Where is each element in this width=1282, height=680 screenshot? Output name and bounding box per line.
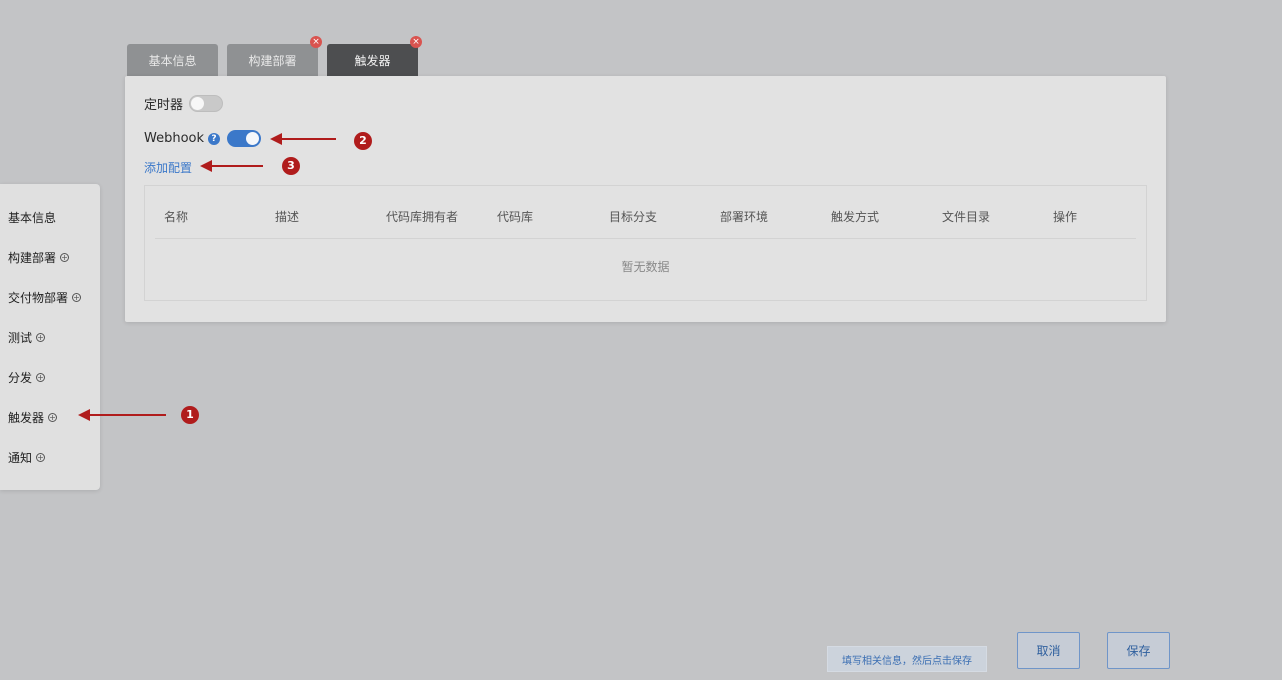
- annotation-arrow-3: [200, 160, 263, 172]
- column-header: 部署环境: [720, 210, 769, 224]
- arrow-head-icon: [270, 133, 282, 145]
- arrow-head-icon: [200, 160, 212, 172]
- side-nav: 基本信息 构建部署 + 交付物部署 + 测试 + 分发 + 触发器 + 通知 +: [0, 184, 100, 490]
- sidebar-item-label: 分发: [8, 371, 33, 385]
- webhook-label: Webhook: [144, 131, 205, 146]
- sidebar-item-label: 基本信息: [8, 211, 57, 225]
- column-header: 目标分支: [609, 210, 658, 224]
- add-circle-icon[interactable]: +: [60, 253, 70, 262]
- add-circle-icon[interactable]: +: [36, 333, 46, 342]
- sidebar-item-trigger[interactable]: 触发器 +: [8, 409, 58, 426]
- annotation-arrow-1: [78, 409, 166, 421]
- help-icon[interactable]: ?: [208, 132, 221, 145]
- sidebar-item-basic-info[interactable]: 基本信息: [8, 209, 56, 226]
- add-circle-icon[interactable]: +: [36, 373, 46, 382]
- sidebar-item-distribute[interactable]: 分发 +: [8, 369, 46, 386]
- empty-state-text: 暂无数据: [621, 260, 670, 274]
- column-header: 代码库拥有者: [386, 210, 459, 224]
- annotation-badge-3: 3: [282, 157, 300, 175]
- column-header: 描述: [275, 210, 300, 224]
- trigger-panel: 定时器 Webhook ? 添加配置 名称 描述 代码库拥有者 代码库 目标分支…: [125, 76, 1166, 322]
- add-circle-icon[interactable]: +: [36, 453, 46, 462]
- timer-toggle[interactable]: [189, 95, 224, 112]
- add-config-link[interactable]: 添加配置: [144, 159, 192, 176]
- sidebar-item-test[interactable]: 测试 +: [8, 329, 46, 346]
- sidebar-item-label: 交付物部署: [8, 291, 69, 305]
- table-header: 名称 描述 代码库拥有者 代码库 目标分支 部署环境 触发方式 文件目录 操作: [155, 186, 1136, 239]
- column-header: 代码库: [497, 210, 534, 224]
- tab-trigger[interactable]: 触发器 ×: [327, 36, 422, 76]
- tab-build-deploy[interactable]: 构建部署 ×: [227, 36, 322, 76]
- annotation-arrow-2: [270, 133, 336, 145]
- timer-row: 定时器: [144, 94, 224, 113]
- tab-label: 基本信息: [148, 53, 197, 68]
- webhook-toggle[interactable]: [227, 130, 262, 147]
- sidebar-item-label: 测试: [8, 331, 33, 345]
- sidebar-item-label: 通知: [8, 451, 33, 465]
- webhook-row: Webhook ?: [144, 130, 262, 147]
- tab-basic-info[interactable]: 基本信息: [127, 44, 218, 76]
- column-header: 文件目录: [942, 210, 991, 224]
- add-circle-icon[interactable]: +: [48, 413, 58, 422]
- sidebar-item-notify[interactable]: 通知 +: [8, 449, 46, 466]
- column-header: 触发方式: [831, 210, 880, 224]
- tab-label: 触发器: [354, 53, 391, 68]
- tab-label: 构建部署: [248, 53, 297, 68]
- sidebar-item-build-deploy[interactable]: 构建部署 +: [8, 249, 70, 266]
- sidebar-item-artifact-deploy[interactable]: 交付物部署 +: [8, 289, 82, 306]
- sidebar-item-label: 构建部署: [8, 251, 57, 265]
- timer-label: 定时器: [144, 98, 184, 113]
- tab-bar: 基本信息 构建部署 × 触发器 ×: [127, 36, 422, 76]
- column-header: 名称: [164, 210, 189, 224]
- close-icon[interactable]: ×: [310, 36, 322, 48]
- column-header: 操作: [1053, 210, 1078, 224]
- add-circle-icon[interactable]: +: [72, 293, 82, 302]
- save-button[interactable]: 保存: [1107, 632, 1170, 669]
- cancel-button[interactable]: 取消: [1017, 632, 1080, 669]
- annotation-badge-2: 2: [354, 132, 372, 150]
- save-hint: 填写相关信息，然后点击保存: [827, 646, 987, 672]
- webhook-table: 名称 描述 代码库拥有者 代码库 目标分支 部署环境 触发方式 文件目录 操作 …: [144, 185, 1147, 301]
- arrow-head-icon: [78, 409, 90, 421]
- annotation-badge-1: 1: [181, 406, 199, 424]
- close-icon[interactable]: ×: [410, 36, 422, 48]
- sidebar-item-label: 触发器: [8, 411, 45, 425]
